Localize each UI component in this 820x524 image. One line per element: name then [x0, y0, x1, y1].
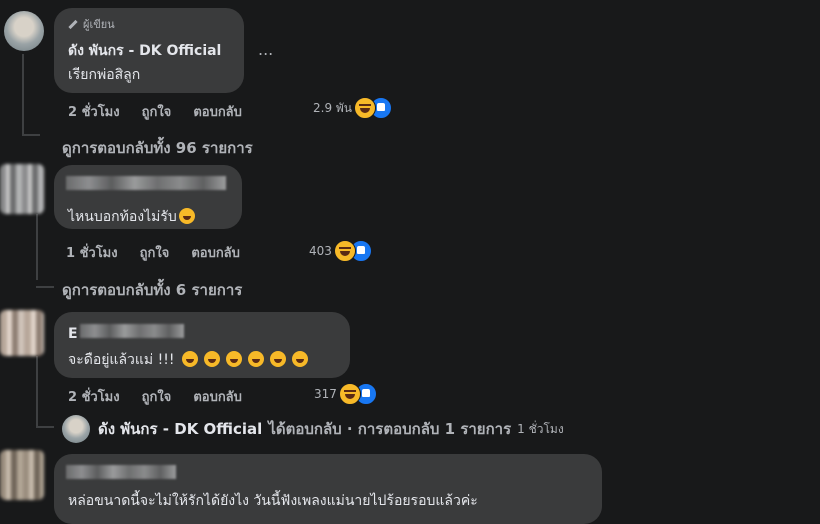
- reply-author[interactable]: ดัง พันกร - DK Official: [98, 417, 262, 441]
- comment-author-initial[interactable]: E: [68, 326, 78, 342]
- reply-avatar: [62, 415, 90, 443]
- reactions[interactable]: 2.9 พัน: [313, 97, 393, 119]
- grinning-emoji-icon: [204, 351, 221, 367]
- avatar[interactable]: [0, 310, 44, 356]
- author-badge: ผู้เขียน: [68, 15, 115, 33]
- like-button[interactable]: ถูกใจ: [140, 246, 170, 261]
- comment-actions: 2 ชั่วโมง ถูกใจ ตอบกลับ: [68, 101, 264, 122]
- like-button[interactable]: ถูกใจ: [142, 105, 172, 120]
- grinning-emoji-icon: [248, 351, 265, 367]
- comment-actions: 2 ชั่วโมง ถูกใจ ตอบกลับ: [68, 386, 264, 407]
- reply-action[interactable]: ได้ตอบกลับ · การตอบกลับ 1 รายการ: [268, 417, 511, 441]
- grinning-emoji-icon: [226, 351, 243, 367]
- view-replies-link[interactable]: ดูการตอบกลับทั้ง 96 รายการ: [62, 136, 253, 160]
- reaction-count: 317: [314, 387, 337, 401]
- reply-preview[interactable]: ดัง พันกร - DK Official ได้ตอบกลับ · การ…: [62, 415, 564, 443]
- grinning-emoji-icon: [182, 351, 199, 367]
- comment-time[interactable]: 2 ชั่วโมง: [68, 105, 120, 120]
- reactions[interactable]: 403: [309, 240, 372, 262]
- blurred-author: [66, 465, 176, 479]
- grinning-emoji-icon: [292, 351, 309, 367]
- comment-text: เรียกพ่อสิลูก: [68, 67, 141, 83]
- avatar[interactable]: [0, 164, 44, 214]
- comment-time[interactable]: 2 ชั่วโมง: [68, 390, 120, 405]
- author-badge-label: ผู้เขียน: [83, 18, 115, 31]
- pencil-icon: [68, 19, 78, 29]
- comment-text-label: ไหนบอกท้องไม่รับ: [68, 209, 177, 225]
- reply-button[interactable]: ตอบกลับ: [193, 105, 242, 120]
- reactions[interactable]: 317: [314, 383, 377, 405]
- thread-line: [36, 286, 54, 288]
- blurred-author: [80, 324, 184, 338]
- comment-time[interactable]: 1 ชั่วโมง: [66, 246, 118, 261]
- more-options-icon[interactable]: ...: [258, 40, 273, 59]
- view-replies-link[interactable]: ดูการตอบกลับทั้ง 6 รายการ: [62, 278, 242, 302]
- reply-time: 1 ชั่วโมง: [517, 421, 564, 436]
- reply-button[interactable]: ตอบกลับ: [191, 246, 240, 261]
- haha-icon: [338, 383, 361, 405]
- comment-text: หล่อขนาดนี้จะไม่ให้รักได้ยังไง วันนี้ฟัง…: [68, 493, 478, 509]
- blurred-author: [66, 176, 226, 190]
- avatar[interactable]: [0, 450, 44, 500]
- thread-line: [22, 54, 24, 136]
- comment-actions: 1 ชั่วโมง ถูกใจ ตอบกลับ: [66, 242, 262, 263]
- thread-line: [36, 356, 38, 426]
- comment-text: ไหนบอกท้องไม่รับ: [68, 206, 201, 228]
- reaction-count: 2.9 พัน: [313, 100, 353, 115]
- thread-line: [36, 214, 38, 280]
- comment-text-label: จะดือยู่แล้วแม่ !!!: [68, 352, 175, 368]
- grinning-emoji-icon: [270, 351, 287, 367]
- haha-icon: [333, 240, 356, 262]
- grinning-emoji-icon: [178, 208, 195, 224]
- comment-author[interactable]: ดัง พันกร - DK Official: [68, 40, 221, 62]
- comment-text: จะดือยู่แล้วแม่ !!!: [68, 349, 314, 371]
- reply-button[interactable]: ตอบกลับ: [193, 390, 242, 405]
- reaction-count: 403: [309, 244, 332, 258]
- thread-line: [22, 134, 40, 136]
- like-button[interactable]: ถูกใจ: [142, 390, 172, 405]
- thread-line: [36, 426, 54, 428]
- avatar[interactable]: [4, 11, 44, 51]
- haha-icon: [354, 97, 377, 119]
